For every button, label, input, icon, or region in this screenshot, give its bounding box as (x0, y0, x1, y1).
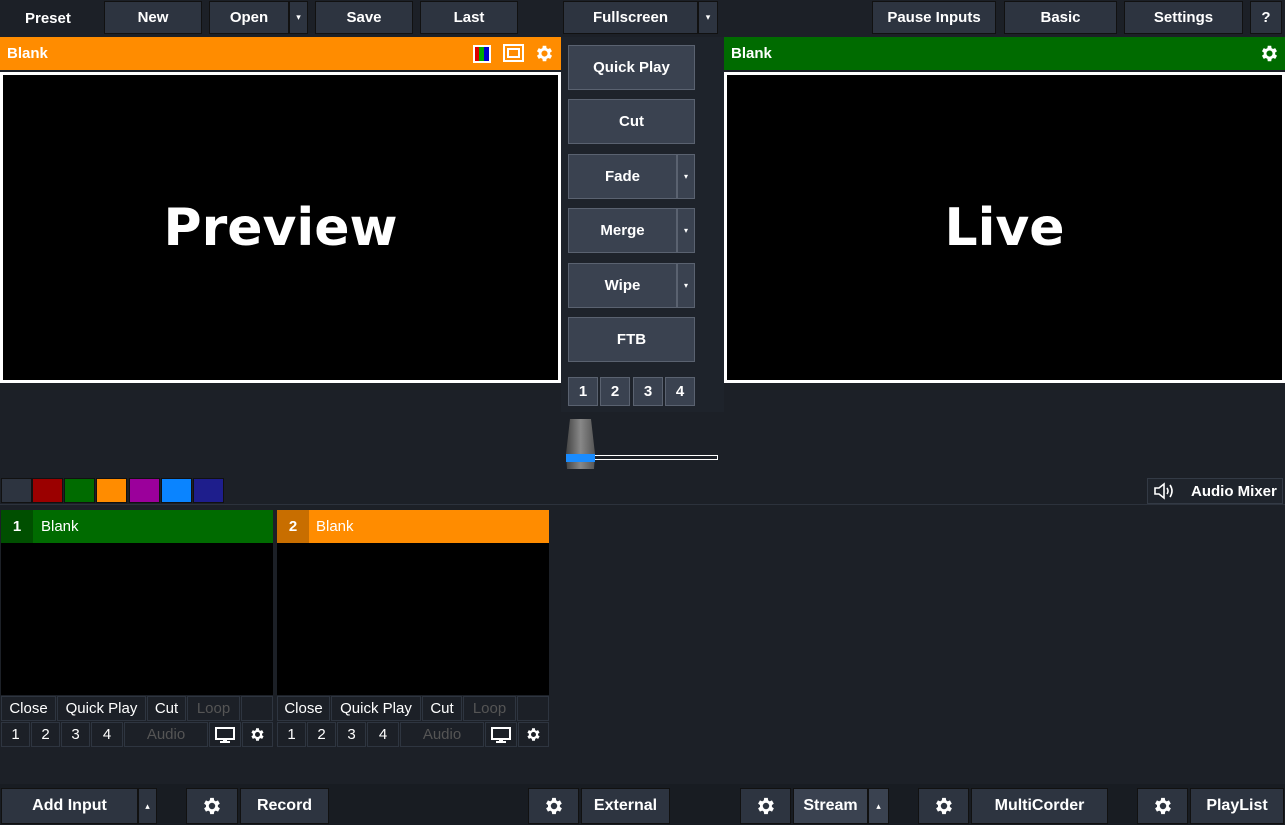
live-title: Blank (731, 45, 772, 62)
save-button[interactable]: Save (315, 1, 413, 34)
playlist-gear-icon[interactable] (1137, 788, 1188, 824)
add-input-dropdown-arrow[interactable]: ▴ (138, 788, 157, 824)
input-2-monitor-icon[interactable] (485, 722, 517, 747)
fade-button[interactable]: Fade (568, 154, 677, 199)
input-1-title: Blank (41, 518, 79, 535)
input-1-extra-slot (241, 696, 273, 721)
input-1-gear-icon[interactable] (242, 722, 273, 747)
input-2-overlay-4[interactable]: 4 (367, 722, 399, 747)
tbar-handle[interactable] (566, 419, 595, 469)
color-filter-blue[interactable] (161, 478, 192, 503)
color-filter-orange[interactable] (96, 478, 127, 503)
input-1-overlay-3[interactable]: 3 (61, 722, 90, 747)
input-2-overlay-1[interactable]: 1 (277, 722, 306, 747)
input-1-close-button[interactable]: Close (1, 696, 56, 721)
input-2-extra-slot (517, 696, 549, 721)
input-1-overlay-4[interactable]: 4 (91, 722, 123, 747)
transition-1-button[interactable]: 1 (568, 377, 598, 406)
merge-button[interactable]: Merge (568, 208, 677, 253)
fullscreen-button[interactable]: Fullscreen (563, 1, 698, 34)
fullscreen-dropdown-arrow[interactable]: ▾ (698, 1, 718, 34)
external-button[interactable]: External (581, 788, 670, 824)
live-header: Blank (724, 37, 1285, 70)
input-2-header[interactable]: 2 Blank (277, 510, 549, 543)
input-2-overlay-3[interactable]: 3 (337, 722, 366, 747)
stream-gear-icon[interactable] (740, 788, 791, 824)
audio-mixer-button[interactable]: Audio Mixer (1147, 478, 1283, 504)
color-filter-red[interactable] (32, 478, 63, 503)
external-gear-icon[interactable] (528, 788, 579, 824)
quick-play-button[interactable]: Quick Play (568, 45, 695, 90)
wipe-dropdown-arrow[interactable]: ▾ (677, 263, 695, 308)
color-filter-all[interactable] (1, 478, 32, 503)
multicorder-gear-icon[interactable] (918, 788, 969, 824)
input-2-overlay-2[interactable]: 2 (307, 722, 336, 747)
ftb-button[interactable]: FTB (568, 317, 695, 362)
input-2-quick-play-button[interactable]: Quick Play (331, 696, 421, 721)
input-2-thumbnail[interactable] (277, 543, 549, 695)
open-button[interactable]: Open (209, 1, 289, 34)
preset-label[interactable]: Preset (25, 10, 71, 27)
input-2-number: 2 (277, 510, 309, 543)
live-screen[interactable]: Live (724, 72, 1285, 383)
preview-gear-icon[interactable] (534, 43, 555, 64)
add-input-button[interactable]: Add Input (1, 788, 138, 824)
speaker-icon (1153, 481, 1177, 501)
settings-button[interactable]: Settings (1124, 1, 1243, 34)
cut-button[interactable]: Cut (568, 99, 695, 144)
transition-4-button[interactable]: 4 (665, 377, 695, 406)
stream-button[interactable]: Stream (793, 788, 868, 824)
input-1-audio-button[interactable]: Audio (124, 722, 208, 747)
live-label: Live (944, 197, 1065, 258)
input-2-close-button[interactable]: Close (277, 696, 330, 721)
safe-area-icon[interactable] (503, 44, 524, 62)
wipe-button[interactable]: Wipe (568, 263, 677, 308)
color-filter-navy[interactable] (193, 478, 224, 503)
input-1-cut-button[interactable]: Cut (147, 696, 186, 721)
pause-inputs-button[interactable]: Pause Inputs (872, 1, 996, 34)
input-1-monitor-icon[interactable] (209, 722, 241, 747)
record-button[interactable]: Record (240, 788, 329, 824)
input-1-overlay-1[interactable]: 1 (1, 722, 30, 747)
preview-label: Preview (163, 197, 398, 258)
audio-mixer-label: Audio Mixer (1191, 482, 1277, 500)
multicorder-button[interactable]: MultiCorder (971, 788, 1108, 824)
preview-screen[interactable]: Preview (0, 72, 561, 383)
record-gear-icon[interactable] (186, 788, 238, 824)
live-gear-icon[interactable] (1259, 43, 1280, 64)
help-button[interactable]: ? (1250, 1, 1282, 34)
transition-3-button[interactable]: 3 (633, 377, 663, 406)
input-1-number: 1 (1, 510, 33, 543)
input-1-thumbnail[interactable] (1, 543, 273, 695)
stream-dropdown-arrow[interactable]: ▴ (868, 788, 889, 824)
input-2-audio-button[interactable]: Audio (400, 722, 484, 747)
last-button[interactable]: Last (420, 1, 518, 34)
input-1-quick-play-button[interactable]: Quick Play (57, 696, 146, 721)
input-2-loop-button[interactable]: Loop (463, 696, 516, 721)
basic-button[interactable]: Basic (1004, 1, 1117, 34)
input-2-title: Blank (316, 518, 354, 535)
new-button[interactable]: New (104, 1, 202, 34)
transition-2-button[interactable]: 2 (600, 377, 630, 406)
open-dropdown-arrow[interactable]: ▾ (289, 1, 308, 34)
input-1-overlay-2[interactable]: 2 (31, 722, 60, 747)
merge-dropdown-arrow[interactable]: ▾ (677, 208, 695, 253)
color-filter-purple[interactable] (129, 478, 160, 503)
fade-dropdown-arrow[interactable]: ▾ (677, 154, 695, 199)
input-1-loop-button[interactable]: Loop (187, 696, 240, 721)
input-2-gear-icon[interactable] (518, 722, 549, 747)
input-2-cut-button[interactable]: Cut (422, 696, 462, 721)
playlist-button[interactable]: PlayList (1190, 788, 1284, 824)
color-filter-green[interactable] (64, 478, 95, 503)
input-1-header[interactable]: 1 Blank (1, 510, 273, 543)
preview-title: Blank (7, 45, 48, 62)
color-bars-icon[interactable] (472, 44, 492, 64)
